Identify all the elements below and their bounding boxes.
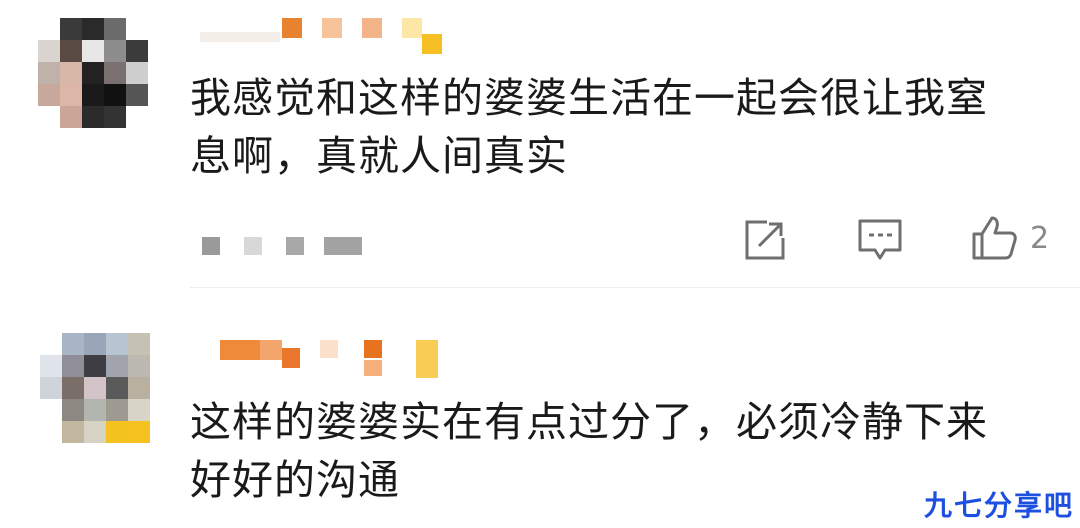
share-button[interactable]	[743, 218, 787, 262]
avatar[interactable]	[38, 18, 148, 128]
comment-icon	[858, 219, 902, 260]
comment-meta	[202, 237, 362, 255]
like-button[interactable]: 2	[970, 214, 1049, 262]
like-count: 2	[1030, 220, 1050, 256]
username[interactable]	[220, 338, 450, 382]
comment-text-line: 我感觉和这样的婆婆生活在一起会很让我窒	[190, 74, 988, 122]
reply-button[interactable]	[857, 218, 903, 262]
comment-text-line: 这样的婆婆实在有点过分了，必须冷静下来	[190, 398, 988, 446]
divider	[190, 287, 1080, 288]
share-icon	[745, 220, 785, 260]
avatar[interactable]	[40, 333, 150, 443]
site-watermark: 九七分享吧	[923, 489, 1074, 522]
comment-text-line: 息啊，真就人间真实	[190, 132, 568, 180]
username[interactable]	[200, 14, 450, 56]
comment-text: 我感觉和这样的婆婆生活在一起会很让我窒 息啊，真就人间真实	[190, 69, 1070, 185]
thumbs-up-icon	[972, 216, 1017, 260]
